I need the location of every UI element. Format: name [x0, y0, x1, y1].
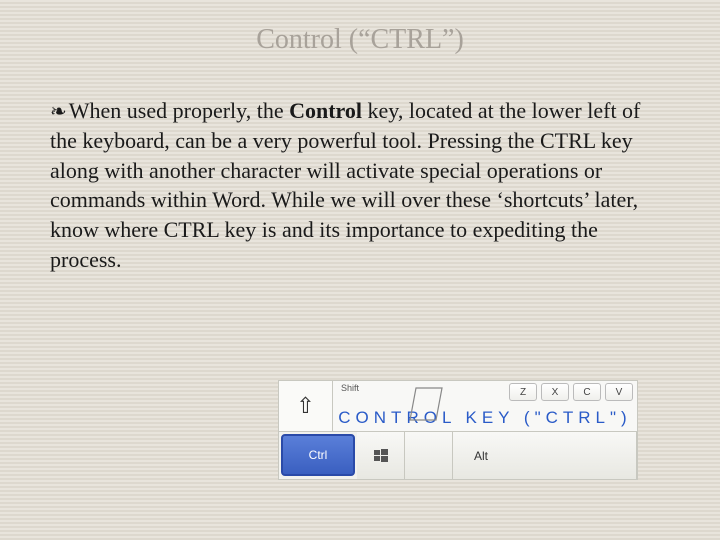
bullet-glyph: ❧: [50, 101, 67, 123]
keycap-c: C: [573, 383, 601, 401]
body-bold: Control: [289, 98, 362, 123]
body-pre: When used properly, the: [69, 98, 289, 123]
alt-key: Alt: [453, 432, 509, 479]
body-post: key, located at the lower left of the ke…: [50, 98, 640, 272]
keycap-z: Z: [509, 383, 537, 401]
keycap-v: V: [605, 383, 633, 401]
keyboard-bottom-row: Ctrl Alt: [278, 432, 638, 480]
top-keycaps: Z X C V: [509, 383, 633, 401]
spacebar: [509, 432, 637, 479]
windows-icon: [373, 448, 389, 464]
keycap-x: X: [541, 383, 569, 401]
keyboard-illustration: ⇧ Shift Z X C V CONTROL KEY ("CTRL") Ctr…: [278, 380, 638, 480]
control-key-banner: CONTROL KEY ("CTRL"): [337, 408, 633, 428]
ctrl-key: Ctrl: [281, 434, 355, 476]
shift-label: Shift: [341, 383, 359, 393]
shift-section: Shift Z X C V CONTROL KEY ("CTRL"): [333, 381, 637, 431]
body-paragraph: ❧When used properly, the Control key, lo…: [0, 56, 720, 274]
menu-key: [405, 432, 453, 479]
shift-arrow-key: ⇧: [279, 381, 333, 431]
keyboard-top-row: ⇧ Shift Z X C V CONTROL KEY ("CTRL"): [278, 380, 638, 432]
windows-key: [357, 432, 405, 479]
slide-title: Control (“CTRL”): [0, 0, 720, 56]
